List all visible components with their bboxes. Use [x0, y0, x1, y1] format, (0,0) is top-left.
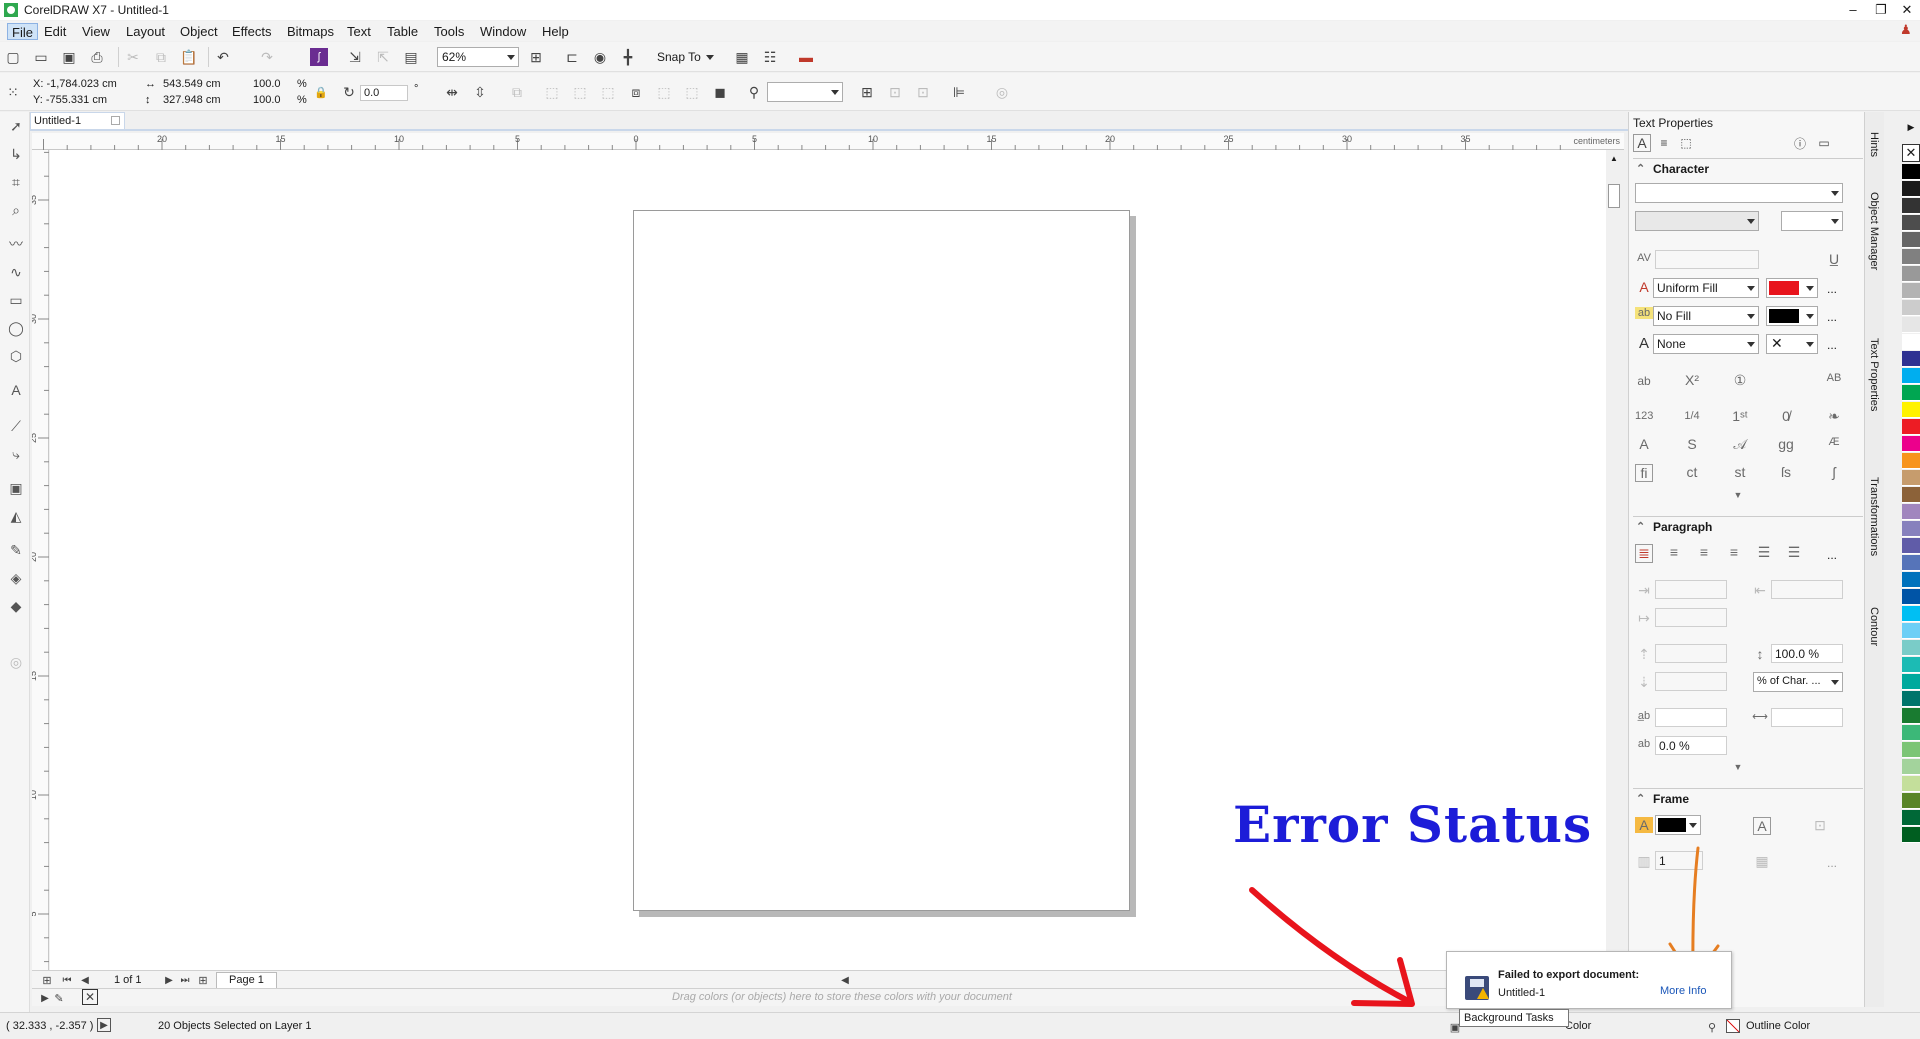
annotation-arrows	[1249, 846, 1720, 1007]
background-tasks-tooltip: Background Tasks	[1459, 1009, 1569, 1027]
more-info-link[interactable]: More Info	[1660, 985, 1706, 997]
export-failed-notification: Failed to export document: Untitled-1 Mo…	[1446, 951, 1732, 1009]
warning-icon	[1477, 988, 1489, 999]
notification-document: Untitled-1	[1498, 987, 1546, 999]
notification-title: Failed to export document:	[1498, 969, 1640, 981]
red-arrow-shaft	[1249, 887, 1413, 1005]
save-disk-icon	[1465, 976, 1489, 1000]
coreldraw-window: CorelDRAW X7 - Untitled-1 – ❐ ✕ File Edi…	[0, 0, 1920, 1039]
